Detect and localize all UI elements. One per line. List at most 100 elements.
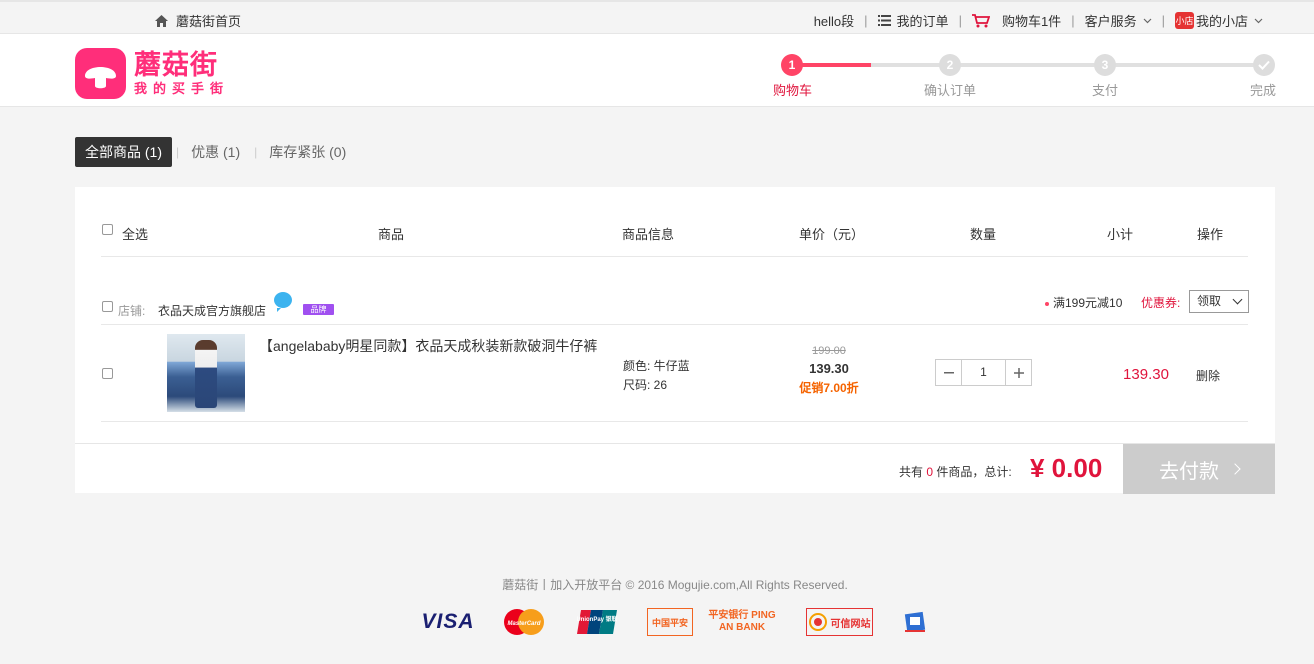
divider: |: [1161, 13, 1165, 28]
checkout-button[interactable]: 去付款: [1123, 444, 1275, 494]
divider: |: [176, 145, 180, 159]
my-shop-label: 我的小店: [1195, 14, 1248, 29]
site-logo[interactable]: 蘑菇街 我的买手街: [75, 48, 229, 99]
logo-title: 蘑菇街: [134, 49, 218, 80]
col-price: 单价（元）: [799, 227, 865, 242]
mushroom-logo-icon: [75, 48, 126, 99]
coupon-select[interactable]: 领取: [1189, 290, 1249, 313]
total-amount: ¥ 0.00: [1030, 453, 1103, 483]
col-subtotal: 小计: [1107, 227, 1134, 242]
cart-panel: 全选 商品 商品信息 单价（元） 数量 小计 操作 店铺: 衣品天成官方旗舰店 …: [75, 187, 1275, 494]
col-product: 商品: [378, 227, 405, 242]
home-icon: [155, 14, 168, 27]
shop-name-link[interactable]: 衣品天成官方旗舰店: [158, 302, 266, 319]
progress-line: [871, 63, 1264, 67]
divider: |: [864, 13, 868, 28]
tab-discounts[interactable]: 优惠 (1): [181, 137, 250, 167]
top-right-nav: hello段 | 我的订单 | 购物车1件 | 客户服务 | 小店 我的小店: [814, 11, 1263, 30]
promo-text: 满199元减10: [1045, 294, 1122, 311]
chevron-down-icon: [1232, 294, 1243, 305]
chat-icon[interactable]: [274, 292, 292, 312]
product-color: 颜色: 牛仔蓝: [623, 359, 690, 373]
mastercard-logo: MasterCard: [502, 608, 546, 636]
security-badge-icon: [901, 608, 929, 636]
price-column: 199.00 139.30 促销7.00折: [781, 345, 877, 396]
item-subtotal: 139.30: [1123, 366, 1169, 383]
delete-button[interactable]: 删除: [1196, 367, 1220, 384]
header: 蘑菇街 我的买手街 1 购物车 2 确认订单 3 支付 完成: [0, 34, 1314, 107]
col-info: 商品信息: [622, 227, 675, 242]
payment-logos: VISA MasterCard UnionPay 银联 中国平安 平安银行 PI…: [418, 608, 929, 636]
logo-subtitle: 我的买手街: [134, 80, 230, 96]
divider: |: [254, 145, 258, 159]
checkout-button-label: 去付款: [1159, 460, 1219, 483]
plus-icon: [1013, 367, 1024, 378]
item-checkbox[interactable]: [102, 368, 113, 379]
item-count-summary: 共有 0 件商品，总计:: [899, 463, 1012, 480]
cart-item-row: 【angelababy明星同款】衣品天成秋装新款破洞牛仔裤 颜色: 牛仔蓝 尺码…: [101, 325, 1248, 422]
step-4-check-icon: [1253, 54, 1275, 76]
promo-label: 满199元减10: [1053, 296, 1123, 310]
select-all-checkbox[interactable]: [102, 224, 113, 235]
trusted-site-logo: 可信网站: [806, 608, 873, 636]
decrease-button[interactable]: [936, 360, 961, 385]
tab-low-stock[interactable]: 库存紧张 (0): [259, 137, 356, 167]
visa-logo: VISA: [421, 610, 475, 633]
increase-button[interactable]: [1006, 360, 1031, 385]
brand-badge: 品牌: [303, 304, 334, 315]
divider: |: [958, 13, 962, 28]
coupon-label: 优惠券:: [1141, 296, 1181, 310]
minus-icon: [943, 371, 954, 373]
summary-prefix: 共有: [899, 465, 924, 479]
quantity-input[interactable]: 1: [961, 360, 1006, 385]
col-quantity: 数量: [970, 227, 997, 242]
my-orders-link[interactable]: 我的订单: [877, 11, 949, 30]
divider: |: [1071, 13, 1075, 28]
cart-filter-tabs: 全部商品 (1) | 优惠 (1) | 库存紧张 (0): [75, 137, 356, 167]
chevron-down-icon: [1254, 18, 1263, 23]
step-4-label: 完成: [1250, 83, 1277, 98]
step-1-label: 购物车: [773, 83, 813, 98]
tab-all-items[interactable]: 全部商品 (1): [75, 137, 172, 167]
checkout-bar: 共有 0 件商品，总计: ¥ 0.00 去付款: [75, 443, 1275, 494]
checkout-progress: 1 购物车 2 确认订单 3 支付 完成: [770, 52, 1280, 100]
chevron-down-icon: [1143, 18, 1152, 23]
user-greeting[interactable]: hello段: [814, 11, 854, 30]
home-link[interactable]: 蘑菇街首页: [155, 11, 241, 30]
table-header: 全选 商品 商品信息 单价（元） 数量 小计 操作: [101, 209, 1248, 257]
summary-suffix: 件商品，总计:: [936, 465, 1012, 479]
cart-icon: [971, 13, 990, 27]
step-2-circle: 2: [939, 54, 961, 76]
trusted-site-label: 可信网站: [830, 618, 871, 630]
list-icon: [877, 15, 891, 26]
customer-service-menu[interactable]: 客户服务: [1085, 11, 1152, 30]
shop-label: 店铺:: [118, 304, 146, 318]
quantity-stepper: 1: [935, 359, 1032, 386]
copyright: 蘑菇街丨加入开放平台 © 2016 Mogujie.com,All Rights…: [502, 578, 848, 592]
discount-label: 促销7.00折: [799, 381, 859, 395]
product-attributes: 颜色: 牛仔蓝 尺码: 26: [623, 357, 690, 395]
current-price: 139.30: [809, 361, 849, 376]
product-thumbnail[interactable]: [167, 334, 245, 412]
selected-count: 0: [926, 465, 934, 479]
chevron-right-icon: [1229, 463, 1241, 475]
svg-text:MasterCard: MasterCard: [507, 621, 540, 627]
promo-dot-icon: [1045, 301, 1049, 306]
shop-checkbox[interactable]: [102, 301, 113, 312]
unionpay-logo: UnionPay 银联: [577, 608, 617, 636]
cart-link[interactable]: 购物车1件: [971, 11, 1062, 30]
col-action: 操作: [1197, 227, 1224, 242]
my-orders-label: 我的订单: [896, 14, 949, 29]
cart-label: 购物车1件: [1001, 14, 1062, 29]
select-all-label: 全选: [122, 227, 149, 242]
original-price: 199.00: [812, 345, 846, 357]
shop-badge-icon: 小店: [1174, 12, 1194, 29]
step-1-circle: 1: [781, 54, 803, 76]
shop-row: 店铺: 衣品天成官方旗舰店 品牌 满199元减10 优惠券: 领取: [101, 287, 1249, 325]
product-model-figure: [195, 340, 217, 408]
home-label: 蘑菇街首页: [176, 14, 242, 29]
step-3-label: 支付: [1092, 83, 1119, 98]
product-title-link[interactable]: 【angelababy明星同款】衣品天成秋装新款破洞牛仔裤: [259, 336, 597, 356]
my-shop-menu[interactable]: 小店 我的小店: [1174, 11, 1263, 30]
customer-service-label: 客户服务: [1084, 14, 1137, 29]
